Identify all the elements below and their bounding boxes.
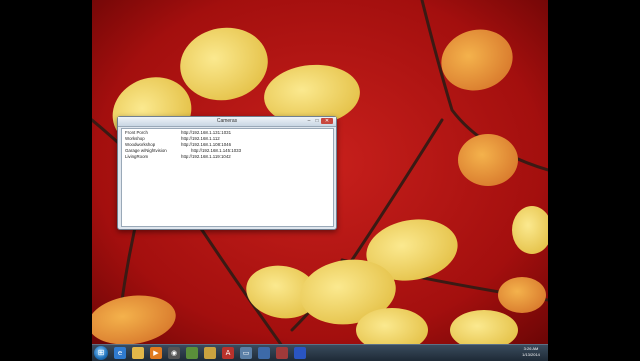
camera-name: LivingRoom <box>125 154 149 159</box>
media-player-icon[interactable]: ▶ <box>150 347 162 359</box>
cameras-window[interactable]: Cameras – □ ✕ Front Porch http://192.168… <box>117 116 337 230</box>
system-clock[interactable]: 3:26 AM 1/13/2014 <box>518 346 544 358</box>
word-icon[interactable]: A <box>222 347 234 359</box>
camera-url-link[interactable]: http://192.168.1.119:1042 <box>181 154 231 160</box>
folder-icon[interactable] <box>186 347 198 359</box>
clock-date: 1/13/2014 <box>522 352 540 357</box>
ie-icon[interactable]: e <box>114 347 126 359</box>
minimize-button[interactable]: – <box>305 118 313 124</box>
app-icon[interactable] <box>294 347 306 359</box>
window-titlebar[interactable]: Cameras – □ ✕ <box>118 117 336 127</box>
start-button[interactable]: ⊞ <box>94 346 108 360</box>
maximize-button[interactable]: □ <box>313 118 321 124</box>
camera-list: Front Porch http://192.168.1.131:1031 Wo… <box>121 128 334 227</box>
window-title: Cameras <box>216 118 238 124</box>
windows-orb-icon: ⊞ <box>97 348 105 357</box>
app-icon[interactable] <box>276 347 288 359</box>
camera-icon[interactable]: ◉ <box>168 347 180 359</box>
app-icon[interactable] <box>258 347 270 359</box>
paint-icon[interactable] <box>204 347 216 359</box>
folder-icon[interactable] <box>132 347 144 359</box>
taskbar: ⊞ e ▶ ◉ A ▭ 3:26 AM 1/13/2014 <box>92 344 548 361</box>
monitor-icon[interactable]: ▭ <box>240 347 252 359</box>
close-button[interactable]: ✕ <box>321 118 333 124</box>
